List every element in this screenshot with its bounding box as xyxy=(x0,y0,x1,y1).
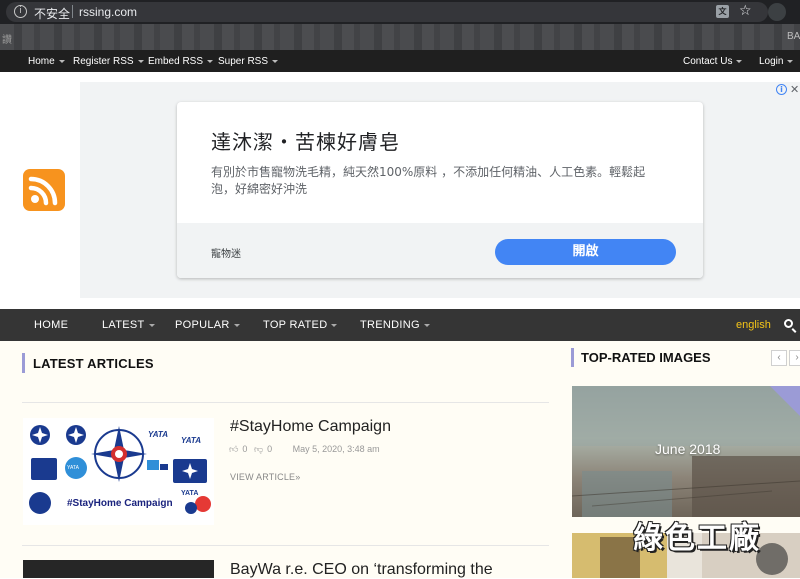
caret-down-icon xyxy=(148,323,155,327)
star-icon[interactable]: ☆ xyxy=(739,3,752,19)
security-label[interactable]: 不安全 xyxy=(34,5,70,22)
thumb-caption: #StayHome Campaign xyxy=(67,498,173,509)
ad-open-button[interactable]: 開啟 xyxy=(495,239,676,265)
thumb-label: YATA xyxy=(181,436,201,445)
main-nav: HOME LATEST POPULAR TOP RATED TRENDING e… xyxy=(0,309,800,341)
search-icon[interactable] xyxy=(784,319,793,328)
bookmark-fragment: BA xyxy=(787,31,800,42)
caret-down-icon xyxy=(423,323,430,327)
caret-down-icon xyxy=(137,59,144,63)
image-corner-badge xyxy=(770,386,800,416)
ad-description: 有別於市售寵物洗毛精，純天然100%原料 ，不添加任何精油、人工色素。輕鬆起泡，… xyxy=(211,165,646,196)
nav-label: POPULAR xyxy=(175,319,230,331)
nav-label: HOME xyxy=(34,319,69,331)
topnav-register-rss[interactable]: Register RSS xyxy=(73,56,144,67)
address-separator xyxy=(72,5,73,18)
article-title[interactable]: #StayHome Campaign xyxy=(230,418,391,436)
caret-down-icon xyxy=(787,59,794,63)
thumb-label: YATA xyxy=(181,490,199,497)
image-label: June 2018 xyxy=(655,441,721,457)
caret-down-icon xyxy=(233,323,240,327)
double-chevron-right-icon: » xyxy=(295,472,301,482)
adchoices-icon[interactable]: i xyxy=(776,84,787,95)
caret-down-icon xyxy=(272,59,279,63)
topnav-label: Register RSS xyxy=(73,56,134,67)
divider xyxy=(22,402,549,403)
topnav-super-rss[interactable]: Super RSS xyxy=(218,56,279,67)
translate-icon[interactable]: 文 xyxy=(716,5,729,18)
article-title[interactable]: BayWa r.e. CEO on ‘transforming the xyxy=(230,561,493,579)
nav-popular[interactable]: POPULAR xyxy=(175,319,240,331)
article-thumbnail[interactable] xyxy=(23,560,214,578)
profile-avatar[interactable] xyxy=(768,3,786,21)
nav-label: TRENDING xyxy=(360,319,420,331)
watermark-text: 綠色工廠 xyxy=(633,521,761,556)
view-article-label: VIEW ARTICLE xyxy=(230,472,296,482)
browser-toolbar: i 不安全 rssing.com 文 ☆ xyxy=(0,0,800,24)
nav-trending[interactable]: TRENDING xyxy=(360,319,430,331)
topnav-label: Contact Us xyxy=(683,56,733,67)
bookmarks-bar: 讚 BA xyxy=(0,24,800,50)
heading-accent-bar xyxy=(22,353,25,373)
nav-top-rated[interactable]: TOP RATED xyxy=(263,319,338,331)
topnav-label: Super RSS xyxy=(218,56,269,67)
rss-icon[interactable] xyxy=(23,169,65,211)
caret-down-icon xyxy=(331,323,338,327)
ad-title[interactable]: 達沐潔・苦楝好膚皂 xyxy=(211,126,400,155)
ad-footer: 寵物迷 開啟 xyxy=(177,223,703,278)
caret-down-icon xyxy=(736,59,743,63)
like-count: 0 xyxy=(242,444,248,454)
divider xyxy=(22,545,549,546)
topnav-label: Login xyxy=(759,56,784,67)
rss-glyph xyxy=(28,176,58,206)
view-article-link[interactable]: VIEW ARTICLE» xyxy=(230,472,300,482)
article-meta: 👍︎ 0 👎︎ 0 May 5, 2020, 3:48 am xyxy=(229,444,384,455)
topnav-label: Embed RSS xyxy=(148,56,204,67)
caret-down-icon xyxy=(58,59,65,63)
ad-advertiser[interactable]: 寵物迷 xyxy=(211,245,241,260)
latest-articles-heading: LATEST ARTICLES xyxy=(33,356,154,371)
topnav-label: Home xyxy=(28,56,55,67)
thumb-label: YATA xyxy=(67,465,79,471)
nav-latest[interactable]: LATEST xyxy=(102,319,155,331)
topnav-login[interactable]: Login xyxy=(759,56,794,67)
caret-down-icon xyxy=(207,59,214,63)
close-icon[interactable]: ✕ xyxy=(790,83,799,96)
ad-card[interactable]: 達沐潔・苦楝好膚皂 有別於市售寵物洗毛精，純天然100%原料 ，不添加任何精油、… xyxy=(177,102,703,278)
heading-accent-bar xyxy=(571,348,574,367)
thumbs-up-icon[interactable]: 👍︎ xyxy=(229,444,238,454)
nav-home[interactable]: HOME xyxy=(34,319,68,331)
nav-label: TOP RATED xyxy=(263,319,328,331)
top-rated-images-heading: TOP-RATED IMAGES xyxy=(581,350,711,365)
bookmark-fragment: 讚 xyxy=(2,35,12,46)
dislike-count: 0 xyxy=(267,444,273,454)
topnav-contact-us[interactable]: Contact Us xyxy=(683,56,743,67)
thumbs-down-icon[interactable]: 👎︎ xyxy=(254,444,263,454)
site-top-nav: Home Register RSS Embed RSS Super RSS Co… xyxy=(0,50,800,72)
url-text[interactable]: rssing.com xyxy=(79,5,137,19)
article-thumbnail[interactable]: YATA YATA YATA YATA #StayHome Campaign xyxy=(23,418,214,525)
thumb-label: YATA xyxy=(148,430,168,439)
chevron-right-icon[interactable]: › xyxy=(789,350,800,366)
chevron-left-icon[interactable]: ‹ xyxy=(771,350,787,366)
nav-label: LATEST xyxy=(102,319,145,331)
info-circle-icon[interactable]: i xyxy=(14,5,27,18)
language-link[interactable]: english xyxy=(736,319,771,331)
topnav-embed-rss[interactable]: Embed RSS xyxy=(148,56,214,67)
article-date: May 5, 2020, 3:48 am xyxy=(292,444,380,454)
topnav-home[interactable]: Home xyxy=(28,56,65,67)
